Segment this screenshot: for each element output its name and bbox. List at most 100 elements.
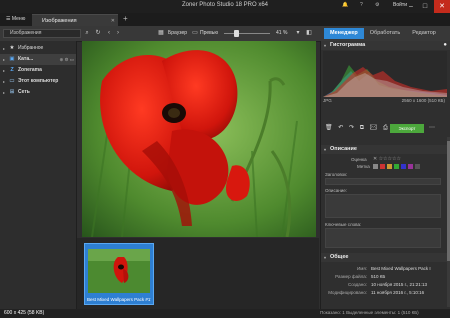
rotate-left-icon[interactable]: ↶	[338, 125, 345, 131]
nav-item-catalog[interactable]: ▸ ▣ Ката... ⊕ ⚙ ▭	[0, 54, 76, 65]
expand-arrow-icon[interactable]: ▸	[3, 87, 8, 98]
mark-red[interactable]	[380, 164, 385, 169]
maximize-button[interactable]: □	[418, 0, 432, 13]
zonerama-icon: Z	[10, 67, 14, 73]
nav-label: Избранное	[18, 45, 44, 51]
nav-item-this-computer[interactable]: ▸ ▭ Этот компьютер	[0, 76, 76, 87]
zoom-value: 41 %	[276, 30, 288, 36]
thumbnail-label: Best Mixed Wallpapers Pack #17...	[87, 297, 151, 302]
general-header[interactable]: ▾ Общее	[321, 253, 450, 262]
copy-icon[interactable]: ⧉	[360, 125, 366, 131]
mark-purple[interactable]	[408, 164, 413, 169]
info-value: 10 ноября 2015 г., 21:21:13	[371, 282, 428, 287]
preview-view-icon[interactable]: ▭	[191, 29, 199, 38]
tab-editor[interactable]: Редактор	[406, 28, 442, 39]
nav-label: Сеть	[18, 89, 30, 95]
thumbnail-image	[88, 249, 150, 293]
navigator-panel: ▸ ★ Избранное ▸ ▣ Ката... ⊕ ⚙ ▭ ▸ Z Zone…	[0, 41, 77, 309]
marks-label: Метка	[357, 164, 370, 169]
info-row-modified: Модифицировано: 11 ноября 2016 г., 5:10:…	[321, 289, 447, 296]
refresh-icon[interactable]: ↻	[94, 29, 102, 38]
info-key: Создано:	[347, 282, 367, 287]
image-viewer[interactable]	[82, 41, 316, 237]
description-field-label: Описание:	[325, 188, 347, 193]
nav-label: Zonerama	[18, 67, 42, 73]
info-value: 510 КБ	[371, 274, 386, 279]
notifications-icon[interactable]: 🔔	[342, 2, 348, 8]
histogram-info: JPG 2560 x 1600 (510 КБ)	[323, 98, 447, 103]
nav-item-network[interactable]: ▸ ⊞ Сеть	[0, 87, 76, 98]
tab-images[interactable]: Изображения ✕	[32, 14, 118, 26]
panel-toggle-icon[interactable]: ◧	[305, 29, 313, 38]
mark-none[interactable]	[373, 164, 378, 169]
print-icon[interactable]: ⎙	[383, 125, 390, 131]
delete-icon[interactable]: 🗑	[325, 125, 335, 131]
catalog-settings-icon[interactable]: ⊕ ⚙ ▭	[59, 54, 74, 65]
expand-arrow-icon[interactable]: ▸	[3, 54, 8, 65]
mark-orange[interactable]	[387, 164, 392, 169]
info-key: Размер файла:	[335, 274, 367, 279]
zoom-slider[interactable]	[224, 33, 270, 34]
nav-label: Этот компьютер	[18, 78, 59, 84]
expand-arrow-icon[interactable]: ▸	[3, 65, 8, 76]
add-tab-button[interactable]: +	[123, 14, 128, 23]
mark-gray[interactable]	[415, 164, 420, 169]
toolbar: Изображения ⌕ ↻ ‹ › ▦ Браузер ▭ Превью 4…	[0, 26, 450, 42]
description-header[interactable]: ▾ Описание	[321, 145, 450, 154]
window-title: Zoner Photo Studio 18 PRO x64	[181, 2, 269, 8]
histogram-header[interactable]: ▾ Гистограмма ●	[321, 41, 450, 50]
app-window: Zoner Photo Studio 18 PRO x64 🔔 ? ⚙ Войт…	[0, 0, 450, 318]
keywords-field-label: Ключевые слова:	[325, 222, 362, 227]
histogram-options-icon[interactable]: ●	[443, 41, 447, 50]
filmstrip: Best Mixed Wallpapers Pack #17...	[77, 238, 319, 309]
collapse-arrow-icon: ▾	[324, 43, 327, 48]
title-bar: Zoner Photo Studio 18 PRO x64 🔔 ? ⚙ Войт…	[0, 0, 450, 13]
action-icons: 🗑 ↶ ↷ ⧉ ✉ ⎙	[325, 124, 390, 132]
description-field[interactable]	[325, 194, 441, 218]
mark-green[interactable]	[394, 164, 399, 169]
histogram-title: Гистограмма	[330, 42, 366, 48]
poppy-photo	[82, 41, 316, 237]
share-icon[interactable]: ✉	[370, 125, 380, 131]
path-breadcrumb[interactable]: Изображения	[3, 29, 81, 38]
zoom-slider-thumb[interactable]	[234, 30, 240, 37]
info-value: 11 ноября 2016 г., 5:10:16	[371, 290, 425, 295]
filter-icon[interactable]: ▾	[294, 29, 302, 38]
minimize-button[interactable]: –	[404, 0, 418, 13]
forward-icon[interactable]: ›	[114, 29, 122, 38]
expand-arrow-icon[interactable]: ▸	[3, 43, 8, 54]
grid-view-icon[interactable]: ▦	[157, 29, 165, 38]
mark-blue[interactable]	[401, 164, 406, 169]
mode-tabs: Менеджер Обработать Редактор	[324, 28, 442, 39]
info-row-size: Размер файла: 510 КБ	[321, 273, 447, 280]
browser-view-button[interactable]: Браузер	[168, 29, 187, 38]
tab-manager[interactable]: Менеджер	[324, 28, 364, 39]
nav-item-favorites[interactable]: ▸ ★ Избранное	[0, 43, 76, 54]
search-icon[interactable]: ⌕	[83, 29, 91, 38]
tab-row: ☰ Меню Изображения ✕ +	[0, 13, 450, 26]
nav-item-zonerama[interactable]: ▸ Z Zonerama	[0, 65, 76, 76]
rating-stars[interactable]: ✕ ☆☆☆☆☆	[373, 156, 401, 162]
color-marks[interactable]	[373, 164, 420, 169]
rating-label: Оценка	[351, 157, 367, 162]
preview-view-button[interactable]: Превью	[200, 29, 218, 38]
back-icon[interactable]: ‹	[105, 29, 113, 38]
title-field-label: Заголовок:	[325, 172, 348, 177]
description-title: Описание	[330, 146, 357, 152]
collapse-arrow-icon: ▾	[324, 147, 327, 152]
help-icon[interactable]: ?	[360, 2, 363, 8]
more-icon[interactable]: ⋯	[429, 124, 435, 131]
thumbnail-selected[interactable]: Best Mixed Wallpapers Pack #17...	[84, 243, 154, 305]
collapse-arrow-icon: ▾	[324, 255, 327, 260]
title-field[interactable]	[325, 178, 441, 185]
settings-icon[interactable]: ⚙	[375, 2, 379, 8]
expand-arrow-icon[interactable]: ▸	[3, 76, 8, 87]
menu-button[interactable]: ☰ Меню	[3, 15, 28, 24]
rotate-right-icon[interactable]: ↷	[349, 125, 356, 131]
status-bar: 600 x 425 (58 KB) Показано: 1 Выделенные…	[0, 309, 450, 318]
close-button[interactable]: ✕	[434, 0, 450, 13]
keywords-field[interactable]	[325, 228, 441, 248]
image-size-status: 600 x 425 (58 KB)	[4, 310, 45, 316]
tab-develop[interactable]: Обработать	[364, 28, 406, 39]
export-button[interactable]: Экспорт	[390, 124, 424, 133]
